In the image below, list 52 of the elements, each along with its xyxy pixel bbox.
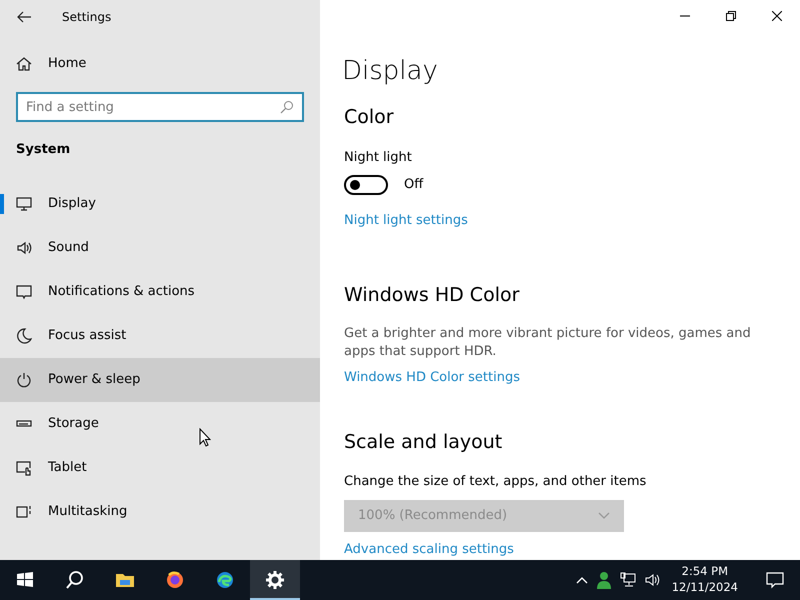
sidebar-item[interactable]: Sound: [0, 226, 320, 270]
setting-label: Change the size of text, apps, and other items: [344, 473, 648, 492]
search-field[interactable]: Find a setting: [16, 92, 304, 122]
network-icon[interactable]: [620, 572, 636, 588]
toggle-state-text: Off: [404, 176, 424, 194]
sidebar-item[interactable]: Power & sleep: [0, 358, 320, 402]
power-icon: [16, 372, 32, 388]
section-heading: Color: [344, 105, 395, 130]
moon-icon: [16, 328, 32, 344]
chevron-up-icon[interactable]: [576, 576, 588, 584]
close-icon[interactable]: [772, 11, 782, 21]
search-icon: [280, 100, 294, 114]
home-icon: [16, 56, 32, 72]
tablet-icon: [16, 460, 32, 476]
section-heading: Windows HD Color: [344, 282, 520, 308]
scale-dropdown: 100% (Recommended): [344, 500, 624, 532]
edge-icon: [215, 570, 235, 590]
speaker-icon[interactable]: [644, 572, 660, 588]
multitasking-icon: [16, 504, 32, 520]
chevron-down-icon: [598, 512, 610, 520]
description-text: Get a brighter and more vibrant picture for videos, games and apps that support HDR.: [344, 325, 752, 360]
settings-link[interactable]: Windows HD Color settings: [344, 368, 520, 388]
settings-link[interactable]: Advanced scaling settings: [344, 540, 514, 560]
person-icon[interactable]: [596, 571, 612, 589]
taskbar-button[interactable]: [250, 560, 300, 600]
sidebar-item[interactable]: Focus assist: [0, 314, 320, 358]
gear-icon: [265, 570, 285, 590]
restore-icon[interactable]: [726, 11, 736, 21]
mouse-cursor-icon: [199, 428, 211, 447]
sidebar-item[interactable]: Storage: [0, 402, 320, 446]
back-icon[interactable]: [16, 9, 32, 25]
message-icon: [16, 284, 32, 300]
settings-link[interactable]: Night light settings: [344, 211, 468, 230]
clock-time: 2:54 PM: [680, 564, 730, 580]
setting-label: Night light: [344, 148, 413, 166]
sidebar-item[interactable]: Tablet: [0, 446, 320, 490]
section-heading: Scale and layout: [344, 430, 504, 455]
sidebar-item[interactable]: Notifications & actions: [0, 270, 320, 314]
section-heading: System: [15, 141, 72, 159]
clock-date: 12/11/2024: [672, 580, 738, 596]
home-nav-item[interactable]: Home: [0, 42, 320, 86]
notification-icon[interactable]: [766, 571, 784, 589]
speaker-icon: [16, 240, 32, 256]
windows-logo-icon: [15, 570, 35, 590]
firefox-icon: [165, 570, 185, 590]
sidebar-item[interactable]: Multitasking: [0, 490, 320, 534]
monitor-icon: [16, 196, 32, 212]
window-title: Settings: [62, 9, 112, 26]
search-icon: [65, 570, 85, 590]
toggle-switch[interactable]: [344, 175, 388, 195]
page-title: Display: [342, 55, 439, 88]
sidebar-item[interactable]: Display: [0, 182, 320, 226]
